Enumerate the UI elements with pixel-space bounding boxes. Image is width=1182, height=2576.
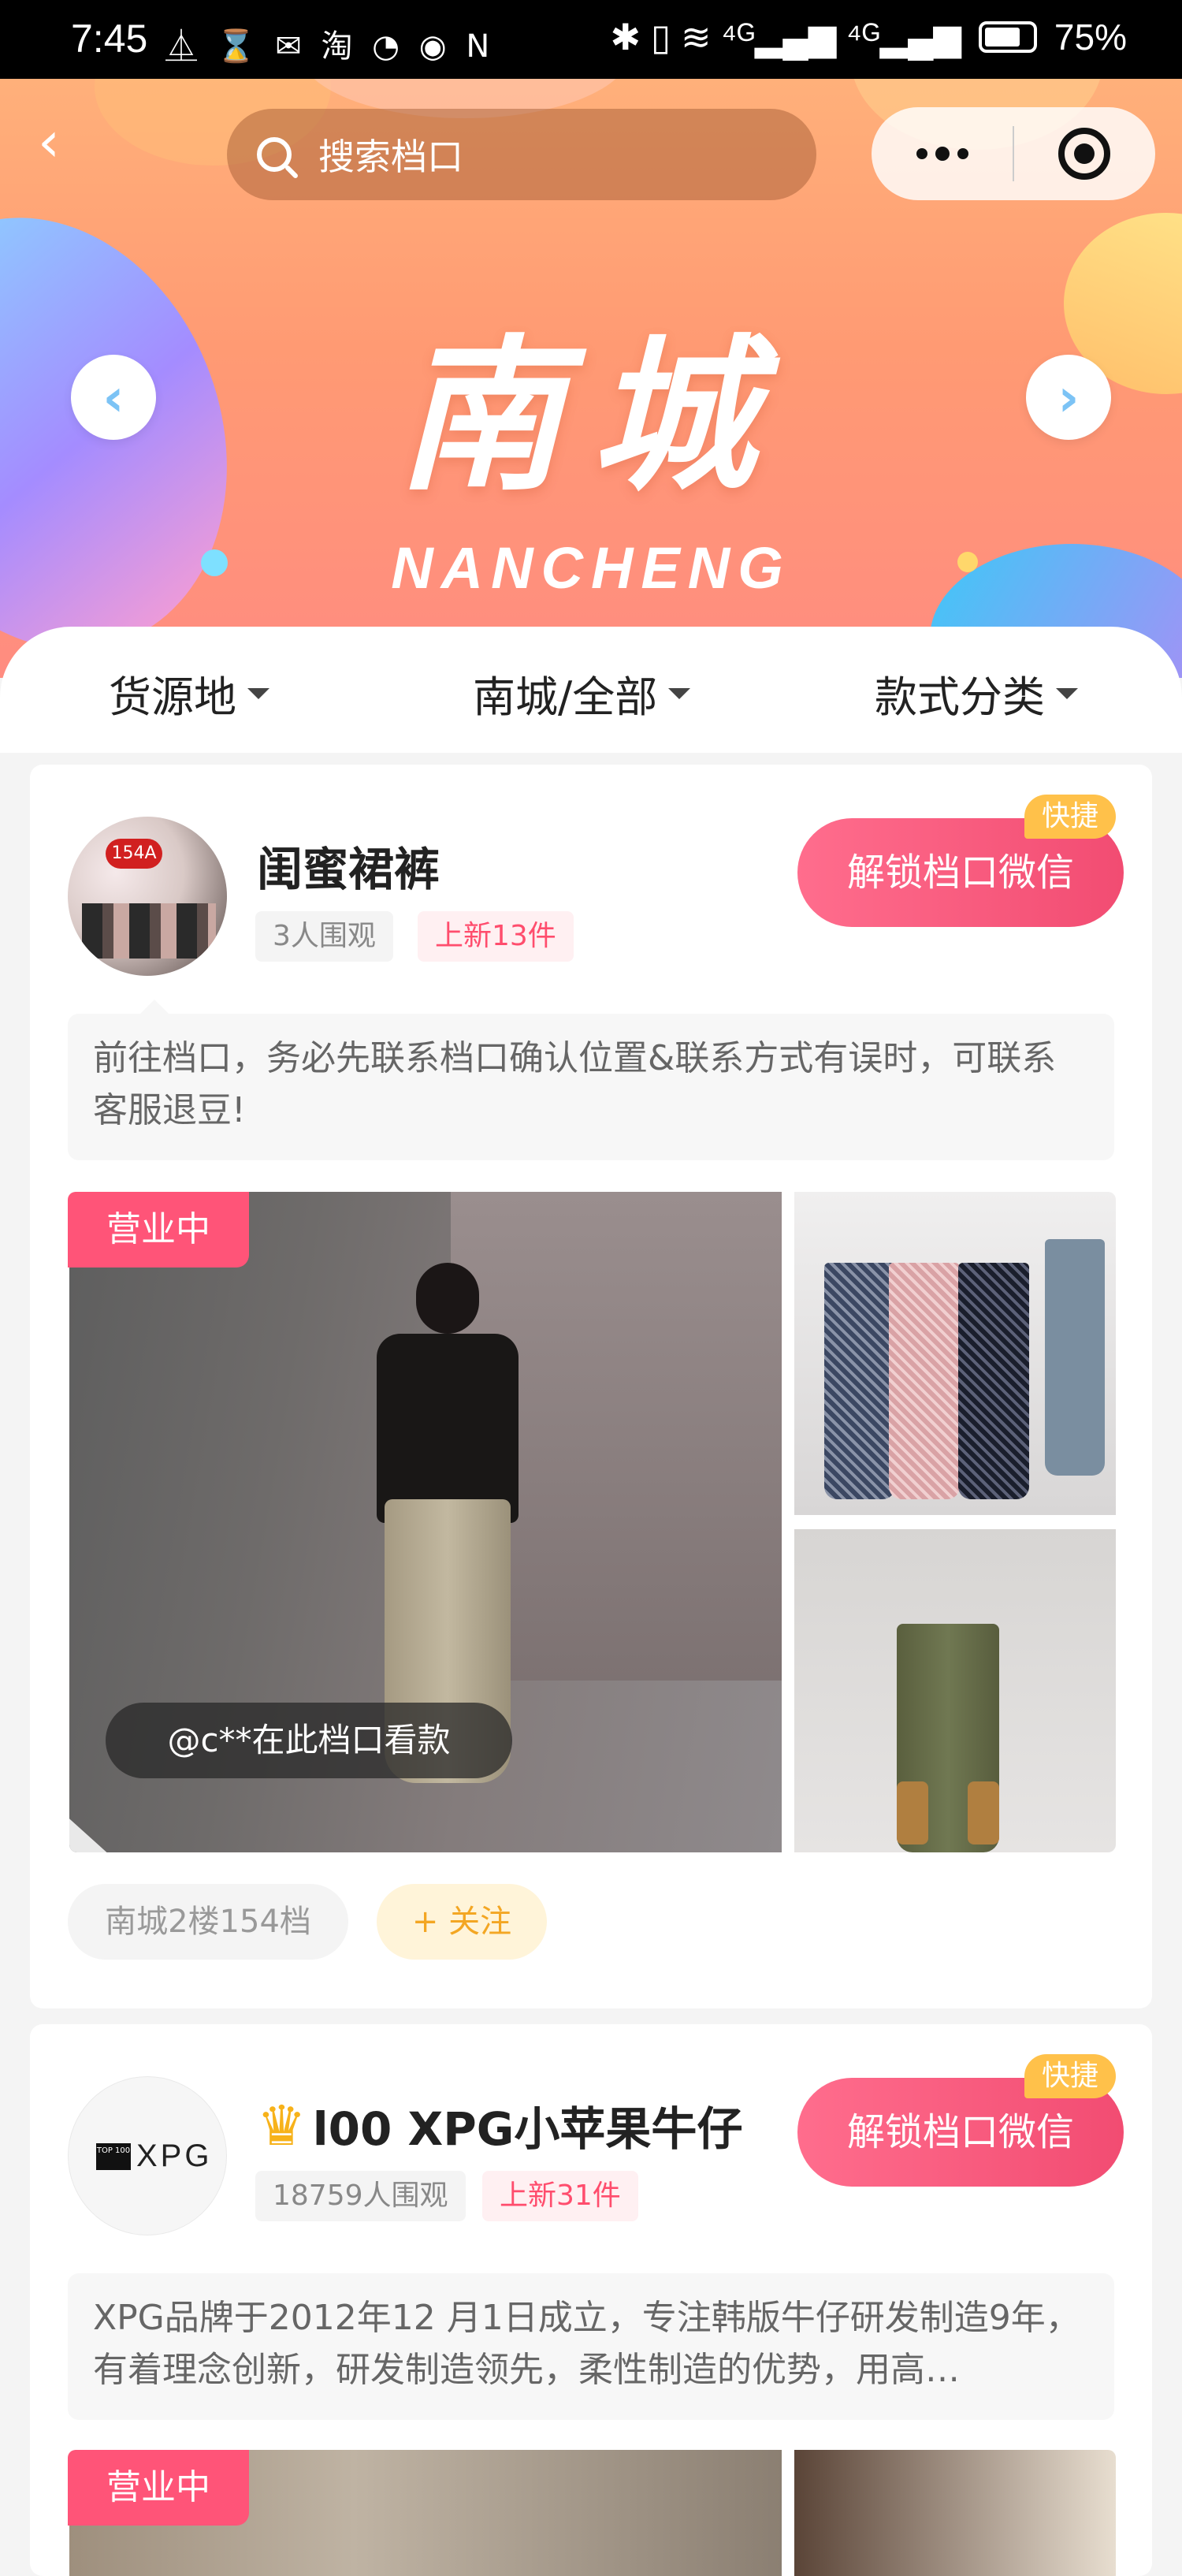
caret-down-icon — [668, 687, 691, 699]
search-icon — [257, 137, 292, 172]
filter-source-label: 货源地 — [109, 672, 236, 722]
shop-name-text: l00 XPG小苹果牛仔 — [312, 2102, 743, 2156]
crown-icon: ♛ — [257, 2094, 307, 2158]
banner-prev-button[interactable]: ‹ — [71, 355, 156, 440]
open-status-badge: 营业中 — [68, 1192, 249, 1268]
more-icon[interactable] — [872, 107, 1013, 200]
viewer-note: @c**在此档口看款 — [106, 1703, 512, 1778]
shop-name[interactable]: ♛ l00 XPG小苹果牛仔 — [257, 2092, 742, 2158]
views-count: 3人围观 — [255, 911, 393, 962]
shop-thumb-image[interactable] — [794, 1529, 1116, 1852]
new-items-badge: 上新31件 — [482, 2171, 638, 2221]
caret-down-icon — [247, 687, 269, 699]
shop-location: 南城2楼154档 — [68, 1884, 348, 1960]
follow-button[interactable]: + 关注 — [377, 1884, 547, 1960]
notification-icons: ⏅ ⌛ ✉ 淘 ◔ ◉ N — [165, 28, 495, 65]
filter-category[interactable]: 款式分类 — [875, 662, 1078, 724]
shop-avatar[interactable]: 154A — [68, 817, 227, 976]
filter-category-label: 款式分类 — [875, 672, 1045, 722]
status-bar: 7:45 ⏅ ⌛ ✉ 淘 ◔ ◉ N ✱ ▯ ≋ ⁴ᴳ▂▄▆ ⁴ᴳ▂▄▆ 75% — [0, 0, 1182, 79]
search-placeholder: 搜索档口 — [318, 136, 463, 178]
banner-subtitle: NANCHENG — [391, 535, 791, 601]
shop-thumb-image[interactable] — [794, 2450, 1116, 2576]
battery-percent: 75% — [1054, 17, 1127, 58]
filter-bar: 货源地 南城/全部 款式分类 — [0, 627, 1182, 753]
banner-next-button[interactable]: › — [1026, 355, 1111, 440]
shop-avatar[interactable]: TOP 100 XPG — [68, 2076, 227, 2235]
status-right: ✱ ▯ ≋ ⁴ᴳ▂▄▆ ⁴ᴳ▂▄▆ 75% — [611, 16, 1127, 58]
caret-down-icon — [1056, 687, 1078, 699]
filter-market-label: 南城/全部 — [473, 672, 658, 722]
close-target-icon[interactable] — [1014, 128, 1155, 180]
battery-icon — [978, 21, 1037, 53]
banner-title: 南城 — [396, 320, 785, 513]
open-status-badge: 营业中 — [68, 2450, 249, 2526]
shop-card[interactable]: 154A 闺蜜裙裤 3人围观 上新13件 解锁档口微信 快捷 前往档口，务必先联… — [30, 765, 1152, 2008]
shop-name[interactable]: 闺蜜裙裤 — [257, 832, 440, 899]
avatar-stall-tag: 154A — [106, 839, 162, 869]
status-time: 7:45 — [71, 17, 148, 61]
new-items-badge: 上新13件 — [418, 911, 574, 962]
shop-card[interactable]: TOP 100 XPG ♛ l00 XPG小苹果牛仔 18759人围观 上新31件… — [30, 2024, 1152, 2576]
filter-source[interactable]: 货源地 — [109, 662, 269, 724]
filter-market[interactable]: 南城/全部 — [473, 662, 691, 724]
quick-badge: 快捷 — [1024, 2054, 1116, 2098]
back-arrow-icon[interactable]: ‹ — [38, 114, 85, 169]
miniprogram-capsule — [872, 107, 1155, 200]
signal-icons: ✱ ▯ ≋ ⁴ᴳ▂▄▆ ⁴ᴳ▂▄▆ — [610, 17, 961, 58]
shop-notice: XPG品牌于2012年12 月1日成立，专注韩版牛仔研发制造9年，有着理念创新，… — [68, 2273, 1114, 2420]
avatar-logo-text: XPG — [136, 2139, 213, 2173]
quick-badge: 快捷 — [1024, 795, 1116, 839]
shop-thumb-image[interactable] — [794, 1192, 1116, 1515]
shop-notice: 前往档口，务必先联系档口确认位置&联系方式有误时，可联系客服退豆! — [68, 1000, 1114, 1160]
search-bar[interactable]: 搜索档口 — [227, 109, 816, 200]
views-count: 18759人围观 — [255, 2171, 466, 2221]
avatar-logo-box: TOP 100 — [96, 2143, 131, 2170]
